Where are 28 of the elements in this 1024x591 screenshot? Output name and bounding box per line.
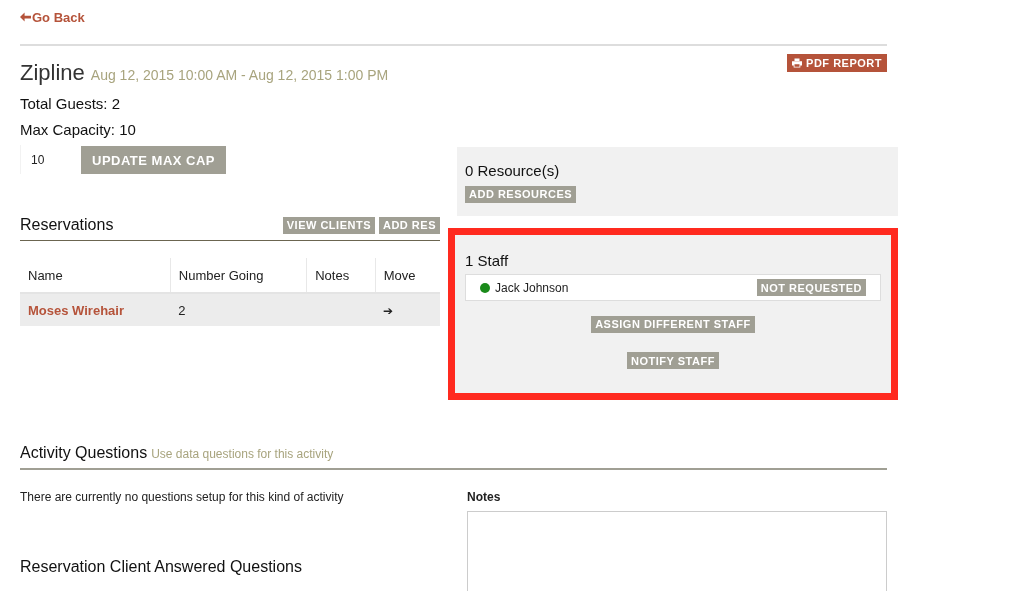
notes-field[interactable]	[467, 511, 887, 591]
staff-name: Jack Johnson	[495, 280, 570, 295]
status-badge: NOT REQUESTED	[756, 279, 866, 296]
move-arrow-button[interactable]: ➔	[383, 303, 394, 318]
section-subtitle: Use data questions for this activity	[151, 447, 334, 461]
update-max-cap-button[interactable]: UPDATE MAX CAP	[81, 146, 227, 174]
staff-action-button[interactable]: ASSIGN DIFFERENT STAFF	[591, 315, 755, 333]
add-resources-button[interactable]: ADD RESOURCES	[465, 185, 577, 203]
resources-count: 0 Resource(s)	[465, 162, 561, 179]
reservation-action-button[interactable]: ADD RES	[379, 216, 440, 234]
section-title: Reservations	[20, 216, 114, 234]
max-capacity: Max Capacity: 10	[20, 121, 137, 138]
arrow-left-icon	[20, 12, 31, 22]
pdf-report-button[interactable]: PDF REPORT	[787, 54, 887, 72]
table-cell: 2	[170, 293, 307, 326]
client-name-link[interactable]: Moses Wirehair	[20, 293, 171, 326]
empty-message: There are currently no questions setup for this kind of activity	[20, 490, 345, 504]
notes-label: Notes	[467, 490, 502, 504]
section-title: Activity Questions	[20, 444, 148, 461]
total-guests: Total Guests: 2	[20, 95, 122, 112]
activity-title: Zipline	[20, 60, 85, 85]
reservation-action-button[interactable]: VIEW CLIENTS	[282, 216, 375, 234]
go-back-link[interactable]: Go Back	[20, 9, 85, 25]
printer-icon	[792, 58, 803, 68]
staff-count: 1 Staff	[465, 252, 510, 269]
activity-time: Aug 12, 2015 10:00 AM - Aug 12, 2015 1:00 PM	[90, 67, 389, 83]
staff-action-button[interactable]: NOTIFY STAFF	[627, 352, 719, 369]
section-title: Reservation Client Answered Questions	[20, 558, 303, 576]
